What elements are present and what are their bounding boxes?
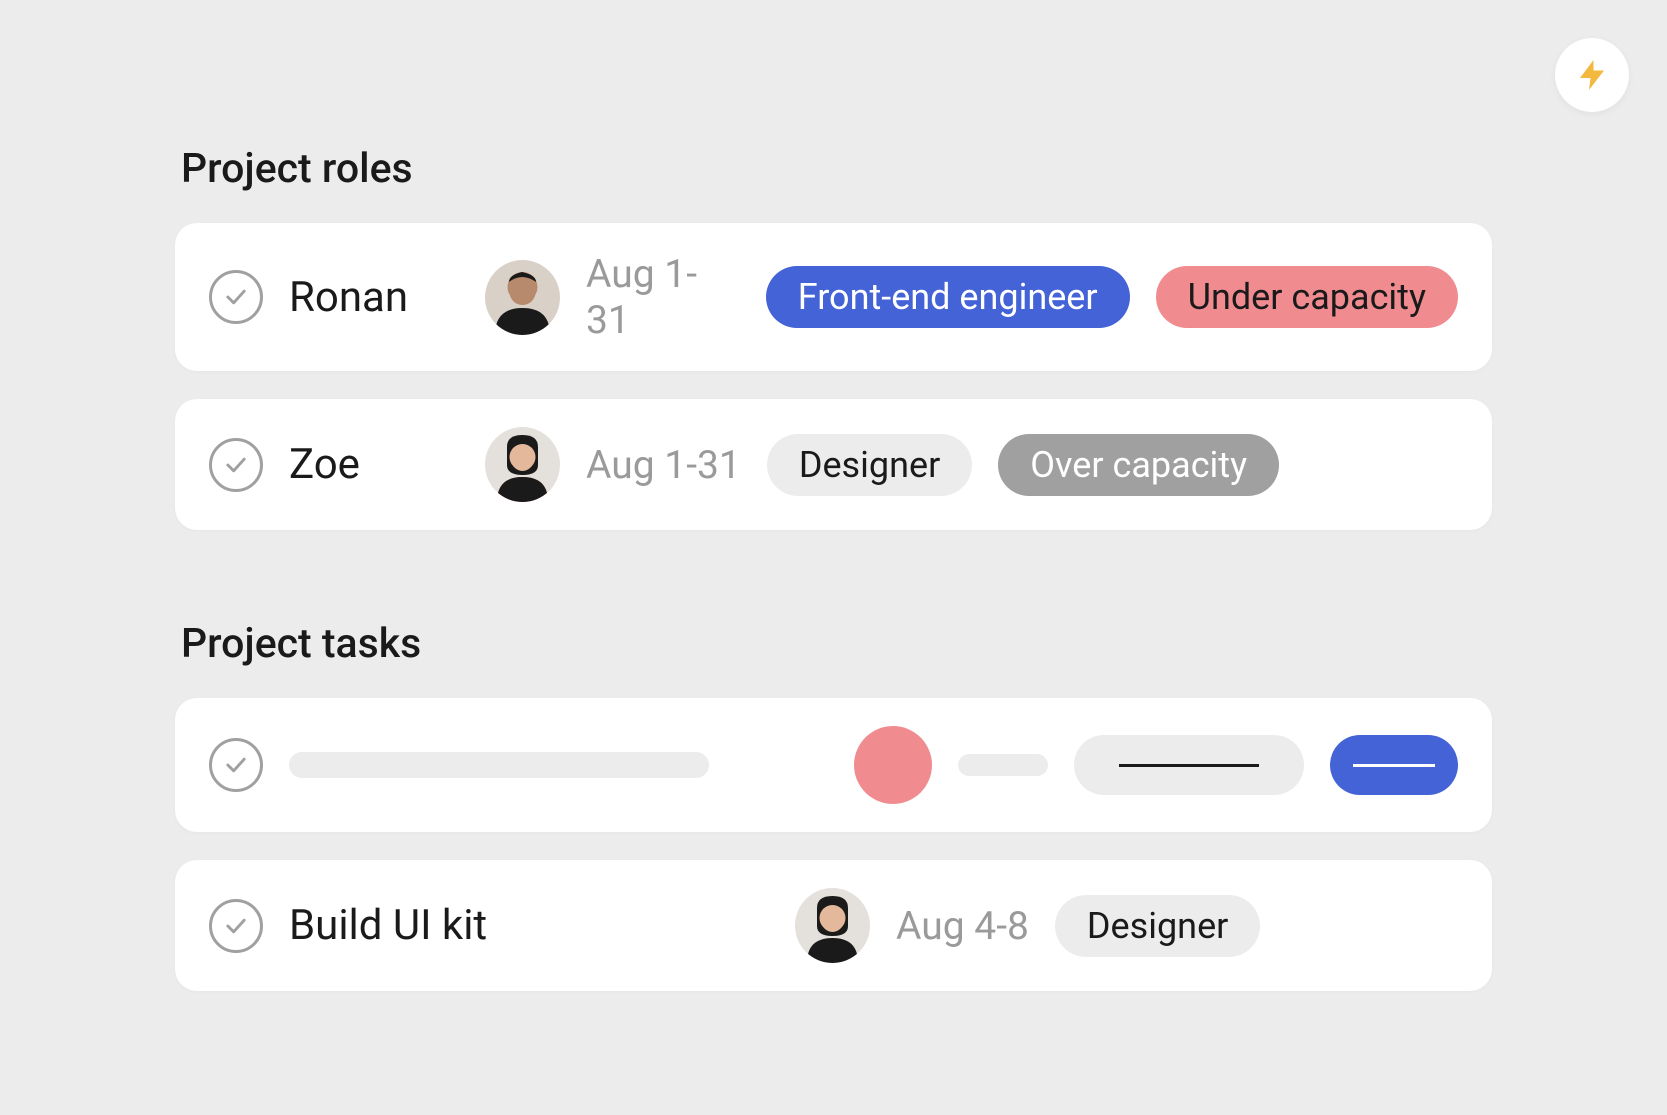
date-range: Aug 4-8 — [896, 903, 1029, 949]
placeholder-bar — [958, 754, 1048, 776]
role-row[interactable]: Ronan Aug 1-31 Front-end engineer Under … — [175, 223, 1492, 371]
check-icon[interactable] — [209, 738, 263, 792]
person-name: Zoe — [289, 440, 459, 489]
role-tag[interactable]: Front-end engineer — [766, 266, 1130, 328]
section-title-roles: Project roles — [175, 145, 1492, 193]
capacity-tag[interactable]: Over capacity — [998, 434, 1279, 496]
avatar[interactable] — [485, 260, 560, 335]
project-tasks-section: Project tasks Build UI kit — [175, 620, 1492, 991]
bolt-icon — [1574, 55, 1610, 95]
placeholder-content — [289, 726, 1458, 804]
placeholder-avatar — [854, 726, 932, 804]
placeholder-bar — [289, 752, 709, 778]
avatar[interactable] — [485, 427, 560, 502]
role-tag[interactable]: Designer — [1055, 895, 1260, 957]
project-roles-section: Project roles Ronan Aug 1-31 Front-end e… — [175, 145, 1492, 530]
task-name: Build UI kit — [289, 901, 769, 950]
placeholder-pill — [1074, 735, 1304, 795]
check-icon[interactable] — [209, 270, 263, 324]
date-range: Aug 1-31 — [586, 251, 740, 343]
check-icon[interactable] — [209, 438, 263, 492]
placeholder-pill-blue — [1330, 735, 1458, 795]
task-row-placeholder[interactable] — [175, 698, 1492, 832]
avatar[interactable] — [795, 888, 870, 963]
check-icon[interactable] — [209, 899, 263, 953]
automation-button[interactable] — [1555, 38, 1629, 112]
task-row[interactable]: Build UI kit Aug 4-8 Designer — [175, 860, 1492, 991]
person-name: Ronan — [289, 273, 459, 322]
role-tag[interactable]: Designer — [767, 434, 972, 496]
role-row[interactable]: Zoe Aug 1-31 Designer Over capacity — [175, 399, 1492, 530]
date-range: Aug 1-31 — [586, 442, 741, 488]
section-title-tasks: Project tasks — [175, 620, 1492, 668]
capacity-tag[interactable]: Under capacity — [1156, 266, 1458, 328]
